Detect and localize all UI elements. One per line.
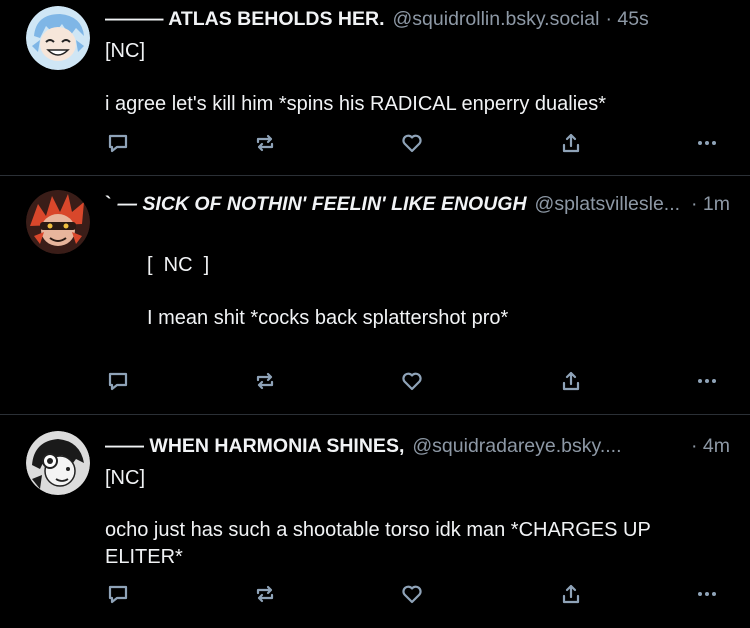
post-header: ——— ATLAS BEHOLDS HER. @squidrollin.bsky… (105, 6, 730, 32)
share-button[interactable] (556, 128, 586, 158)
post-text: ELITER* (105, 546, 183, 568)
more-icon (698, 379, 716, 383)
post-header: ` — SICK OF NOTHIN' FEELIN' LIKE ENOUGH … (105, 191, 730, 217)
reply-icon (108, 134, 128, 153)
avatar[interactable] (26, 190, 90, 254)
action-bar (0, 579, 750, 609)
post-text: i agree let's kill him *spins his RADICA… (105, 93, 607, 115)
avatar[interactable] (26, 6, 90, 70)
timestamp[interactable]: · 45s (605, 6, 648, 32)
reply-button[interactable] (103, 128, 133, 158)
more-button[interactable] (692, 128, 722, 158)
post-3[interactable]: —— WHEN HARMONIA SHINES, @squidradareye.… (0, 415, 750, 628)
display-name[interactable]: —— WHEN HARMONIA SHINES, (105, 433, 404, 459)
timestamp[interactable]: · 4m (691, 433, 730, 459)
post-2[interactable]: ` — SICK OF NOTHIN' FEELIN' LIKE ENOUGH … (0, 176, 750, 414)
share-button[interactable] (556, 579, 586, 609)
timestamp[interactable]: · 1m (691, 191, 730, 217)
post-text: [NC] (105, 467, 145, 489)
repost-button[interactable] (250, 128, 280, 158)
repost-button[interactable] (250, 366, 280, 396)
repost-button[interactable] (250, 579, 280, 609)
share-button[interactable] (556, 366, 586, 396)
reply-button[interactable] (103, 579, 133, 609)
share-icon (562, 371, 580, 391)
more-button[interactable] (692, 366, 722, 396)
like-icon (402, 372, 422, 391)
reply-icon (108, 585, 128, 604)
post-text: I mean shit *cocks back splattershot pro… (147, 307, 509, 329)
repost-icon (256, 372, 274, 390)
like-button[interactable] (397, 366, 427, 396)
reply-icon (108, 372, 128, 391)
display-name[interactable]: ——— ATLAS BEHOLDS HER. (105, 6, 385, 32)
handle[interactable]: @splatsvillesle... (535, 191, 681, 217)
action-bar (0, 128, 750, 158)
handle[interactable]: @squidradareye.bsky.... (412, 433, 621, 459)
post-text: ocho just has such a shootable torso idk… (105, 519, 651, 541)
like-button[interactable] (397, 128, 427, 158)
post-text: [ NC ] (147, 254, 210, 276)
handle[interactable]: @squidrollin.bsky.social (393, 6, 600, 32)
reply-button[interactable] (103, 366, 133, 396)
post-header: —— WHEN HARMONIA SHINES, @squidradareye.… (105, 433, 730, 459)
display-name-prefix[interactable]: ` (105, 191, 112, 217)
share-icon (562, 133, 580, 153)
avatar[interactable] (26, 431, 90, 495)
like-icon (402, 134, 422, 153)
more-button[interactable] (692, 579, 722, 609)
more-icon (698, 141, 716, 145)
action-bar (0, 366, 750, 396)
repost-icon (256, 585, 274, 603)
display-name[interactable]: — SICK OF NOTHIN' FEELIN' LIKE ENOUGH (118, 191, 527, 217)
like-button[interactable] (397, 579, 427, 609)
like-icon (402, 585, 422, 604)
more-icon (698, 592, 716, 596)
share-icon (562, 584, 580, 604)
repost-icon (256, 134, 274, 152)
post-text: [NC] (105, 40, 145, 62)
post-1[interactable]: ——— ATLAS BEHOLDS HER. @squidrollin.bsky… (0, 0, 750, 175)
